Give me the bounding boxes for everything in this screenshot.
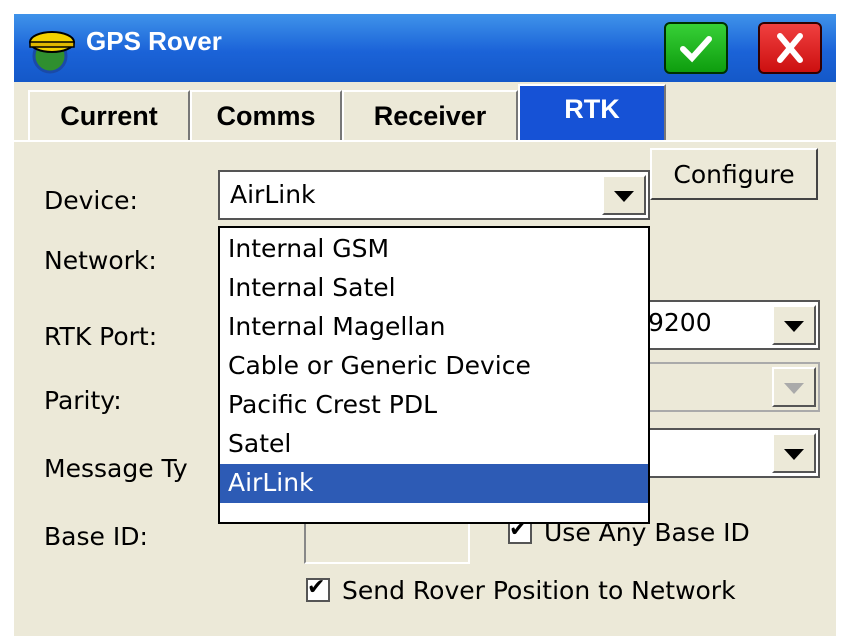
dropdown-option-cable-generic[interactable]: Cable or Generic Device [220, 347, 648, 386]
rtk-port-dropdown-button[interactable] [772, 305, 816, 345]
send-rover-row[interactable]: ✔ Send Rover Position to Network [306, 575, 826, 608]
device-select[interactable]: AirLink [218, 170, 650, 220]
chevron-down-icon [614, 191, 634, 202]
rtk-port-label: RTK Port: [44, 322, 158, 351]
dropdown-option-internal-magellan[interactable]: Internal Magellan [220, 308, 648, 347]
message-type-dropdown-button[interactable] [772, 433, 816, 473]
tab-bar: Current Comms Receiver RTK [14, 82, 836, 142]
gps-rover-dialog: GPS Rover Current Comms Receiver RTK Dev… [14, 14, 836, 636]
checkmark-icon: ✔ [307, 575, 326, 600]
checkmark-icon [680, 36, 712, 63]
device-dropdown-list: Internal GSM Internal Satel Internal Mag… [218, 226, 650, 524]
tab-receiver[interactable]: Receiver [342, 90, 518, 140]
ok-button[interactable] [664, 22, 728, 74]
window-title: GPS Rover [86, 26, 222, 56]
configure-button[interactable]: Configure [650, 148, 818, 200]
dropdown-option-internal-satel[interactable]: Internal Satel [220, 269, 648, 308]
device-label: Device: [44, 186, 138, 215]
close-icon [777, 33, 803, 63]
close-button[interactable] [758, 22, 822, 74]
send-rover-label: Send Rover Position to Network [342, 576, 736, 605]
dropdown-option-pacific-crest[interactable]: Pacific Crest PDL [220, 386, 648, 425]
base-id-label: Base ID: [44, 522, 148, 551]
dropdown-option-airlink[interactable]: AirLink [220, 464, 648, 503]
tab-divider [14, 140, 836, 142]
network-label: Network: [44, 246, 157, 275]
parity-label: Parity: [44, 386, 122, 415]
send-rover-checkbox[interactable]: ✔ [306, 575, 330, 602]
tab-comms[interactable]: Comms [190, 90, 342, 140]
chevron-down-icon [784, 321, 804, 332]
chevron-down-icon [784, 383, 804, 394]
title-bar: GPS Rover [14, 14, 836, 82]
device-dropdown-button[interactable] [602, 175, 646, 215]
dropdown-option-satel[interactable]: Satel [220, 425, 648, 464]
dropdown-option-internal-gsm[interactable]: Internal GSM [220, 230, 648, 269]
parity-dropdown-button [772, 367, 816, 407]
chevron-down-icon [784, 449, 804, 460]
tab-rtk[interactable]: RTK [518, 84, 666, 140]
rtk-port-value: 9200 [648, 308, 712, 337]
message-type-label: Message Ty [44, 454, 188, 483]
device-value: AirLink [230, 180, 316, 209]
surveyor-hardhat-icon [29, 31, 75, 74]
tab-current[interactable]: Current [28, 90, 190, 140]
